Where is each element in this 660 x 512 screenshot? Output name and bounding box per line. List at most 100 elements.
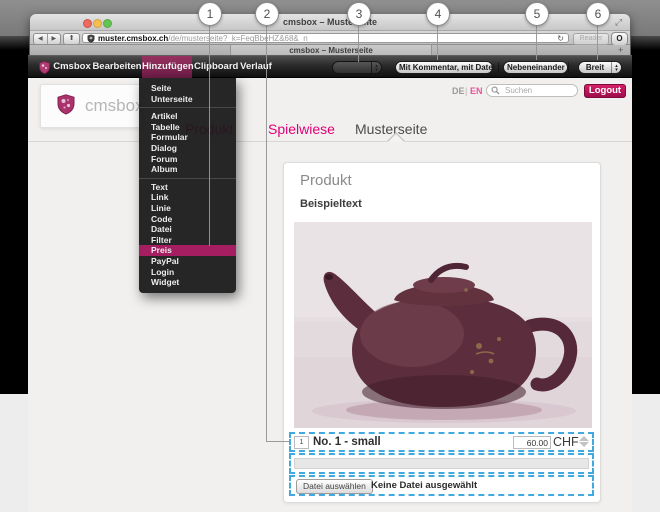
menu-item-paypal[interactable]: PayPal [139,256,236,267]
menu-item-seite[interactable]: Seite [139,83,236,94]
menu-item-unterseite[interactable]: Unterseite [139,94,236,105]
cms-toolbar: Cmsbox Bearbeiten Hinzufügen Clipboard V… [28,55,632,78]
lang-separator: | [465,86,468,96]
width-dropdown-label: Breit [579,63,611,72]
toolbar-item-clipboard[interactable]: Clipboard [194,56,236,78]
active-tab-caret-icon [388,134,404,142]
menu-item-widget[interactable]: Widget [139,277,236,288]
menu-item-forum[interactable]: Forum [139,154,236,165]
hinzufuegen-dropdown-menu: Seite Unterseite Artikel Tabelle Formula… [139,78,236,293]
popup-arrows-icon [498,62,502,73]
comment-file-dropdown-label: Mit Kommentar, mit Datei [396,63,498,72]
popup-arrows-icon [371,62,381,73]
reload-icon[interactable]: ↻ [557,34,564,43]
comment-file-dropdown[interactable]: Mit Kommentar, mit Datei [395,61,493,74]
content-subheading: Beispieltext [300,198,362,210]
forward-icon[interactable]: ▶ [47,34,61,44]
logout-button[interactable]: Logout [584,84,626,98]
width-dropdown[interactable]: Breit [578,61,622,74]
popup-arrows-icon [611,62,621,73]
toolbar-item-verlauf[interactable]: Verlauf [238,56,274,78]
site-logo-text: cmsbox [85,96,144,116]
search-input[interactable] [503,85,573,96]
reader-button[interactable]: Reader [573,33,609,45]
content-panel: Produkt Beispieltext [283,162,601,503]
callout-circle-2: 2 [255,2,279,26]
site-logo-card[interactable]: cmsbox [40,84,142,128]
quantity-input[interactable] [294,436,309,449]
menu-item-text[interactable]: Text [139,182,236,193]
browser-nav-bar: ◀ ▶ ⬆ muster.cmsbox.ch/de/musterseite?_k… [30,31,630,45]
close-icon[interactable] [83,19,92,28]
callout-circle-5: 5 [525,2,549,26]
webpage-viewport: Cmsbox Bearbeiten Hinzufügen Clipboard V… [28,55,632,512]
toolbar-item-hinzufuegen[interactable]: Hinzufügen [142,56,192,78]
step-up-icon[interactable] [579,436,589,441]
callout-line-6 [597,24,598,60]
callout-circle-1: 1 [198,2,222,26]
brand-shield-icon [39,61,50,74]
menu-item-formular[interactable]: Formular [139,132,236,143]
toolbar-item-cmsbox[interactable]: Cmsbox [52,56,92,78]
price-input[interactable] [513,436,551,449]
menu-item-preis-highlighted[interactable]: Preis [139,245,236,256]
url-text: muster.cmsbox.ch/de/musterseite?_k=FeqBb… [98,34,557,43]
menu-separator [139,107,236,108]
menu-item-login[interactable]: Login [139,267,236,278]
file-upload-row[interactable]: Datei auswählen Keine Datei ausgewählt [289,475,594,496]
callout-circle-4: 4 [426,2,450,26]
menu-item-artikel[interactable]: Artikel [139,111,236,122]
minimize-icon[interactable] [93,19,102,28]
menu-item-link[interactable]: Link [139,192,236,203]
screenshot-canvas: cmsbox – Musterseite ⤢ ◀ ▶ ⬆ muster.cmsb… [0,0,660,512]
logo-shield-icon [57,94,75,115]
fullscreen-icon[interactable]: ⤢ [615,17,622,28]
callout-line-3 [358,24,359,62]
callout-line-2-elbow [266,441,289,442]
callout-circle-3: 3 [347,2,371,26]
extension-button[interactable]: O [611,32,628,46]
content-heading: Produkt [300,172,352,189]
menu-item-linie[interactable]: Linie [139,203,236,214]
back-icon[interactable]: ◀ [34,34,47,44]
price-widget-selected[interactable]: No. 1 - small CHF Datei auswählen Keine … [289,432,594,497]
menu-item-tabelle[interactable]: Tabelle [139,122,236,133]
comment-field-row[interactable] [289,453,594,474]
style-dropdown-disabled [332,61,382,74]
popup-arrows-icon [568,62,572,73]
callout-line-1 [209,24,210,246]
layout-dropdown-label: Nebeneinander [504,63,568,72]
lang-de-link[interactable]: DE [452,86,465,96]
layout-dropdown[interactable]: Nebeneinander [503,61,568,74]
back-forward-buttons[interactable]: ◀ ▶ [33,33,61,45]
price-widget-row[interactable]: No. 1 - small CHF [289,432,594,452]
zoom-icon[interactable] [103,19,112,28]
callout-line-5 [536,24,537,60]
product-name: No. 1 - small [313,436,381,448]
lang-en-link[interactable]: EN [470,86,483,96]
address-bar[interactable]: muster.cmsbox.ch/de/musterseite?_k=FeqBb… [82,33,569,43]
desktop-background-left [0,36,29,394]
search-icon [491,86,500,95]
drag-handle[interactable] [579,436,589,447]
teapot-image[interactable] [294,222,592,428]
nav-link-spielwiese[interactable]: Spielwiese [268,121,335,137]
menu-item-dialog[interactable]: Dialog [139,143,236,154]
comment-textarea[interactable] [294,458,589,469]
menu-item-album[interactable]: Album [139,164,236,175]
currency-label: CHF [553,435,579,449]
search-field[interactable] [486,84,578,97]
menu-separator [139,178,236,179]
menu-item-code[interactable]: Code [139,214,236,225]
step-down-icon[interactable] [579,442,589,447]
desktop-background-right [631,36,660,394]
url-host: muster.cmsbox.ch [98,34,168,43]
callout-line-4 [437,24,438,60]
toolbar-item-bearbeiten[interactable]: Bearbeiten [92,56,142,78]
share-icon[interactable]: ⬆ [63,33,80,45]
menu-item-filter[interactable]: Filter [139,235,236,246]
choose-file-button[interactable]: Datei auswählen [296,479,373,494]
favicon-shield-icon [87,34,95,43]
callout-circle-6: 6 [586,2,610,26]
menu-item-datei[interactable]: Datei [139,224,236,235]
